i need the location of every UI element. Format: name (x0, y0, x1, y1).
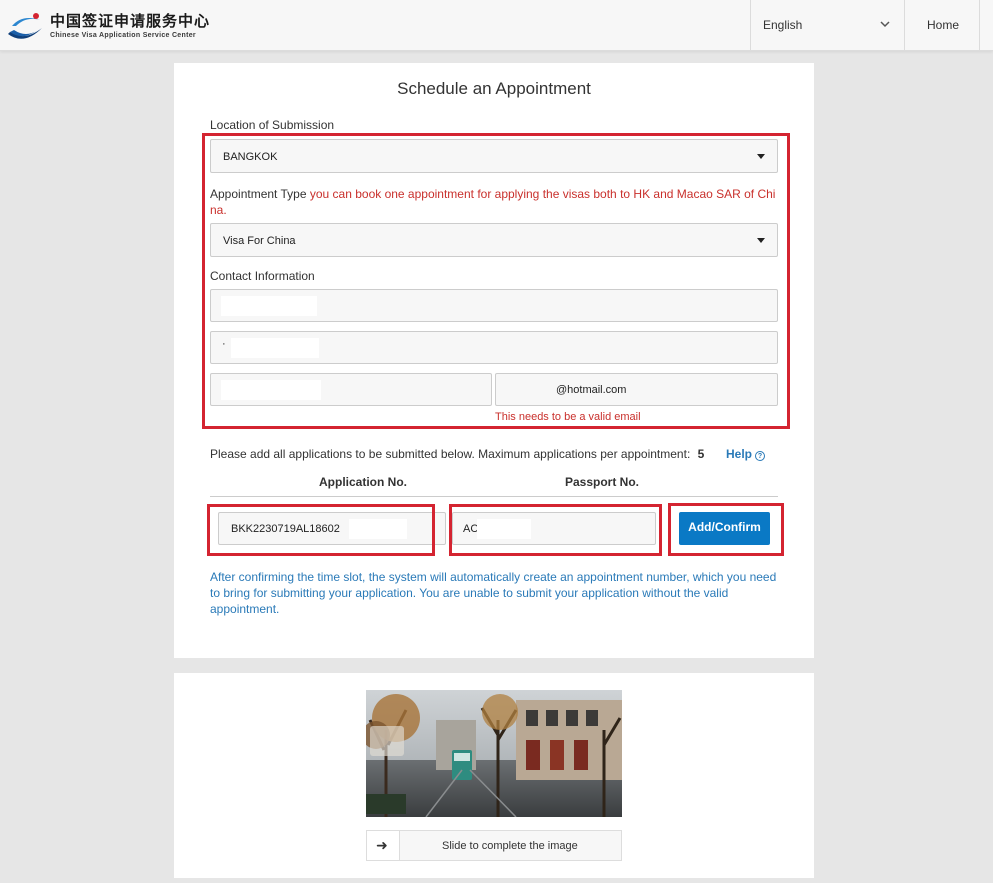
column-passport-no: Passport No. (565, 475, 640, 489)
highlight-box-application (207, 504, 435, 556)
captcha-slider[interactable]: ➜ Slide to complete the image (366, 830, 622, 861)
applications-note-text: Please add all applications to be submit… (210, 447, 691, 461)
applications-max: 5 (697, 447, 705, 461)
captcha-card: ➜ Slide to complete the image (174, 673, 814, 878)
site-logo[interactable]: 中国签证申请服务中心 Chinese Visa Application Serv… (6, 6, 209, 46)
slider-handle[interactable]: ➜ (367, 831, 400, 860)
top-header: 中国签证申请服务中心 Chinese Visa Application Serv… (0, 0, 993, 51)
slider-instruction: Slide to complete the image (442, 840, 578, 852)
table-divider (210, 496, 778, 497)
home-label: Home (927, 18, 960, 32)
captcha-image (366, 690, 622, 817)
logo-chinese-text: 中国签证申请服务中心 (50, 12, 211, 30)
chevron-down-icon (880, 21, 890, 28)
question-circle-icon: ? (755, 451, 766, 461)
page-title: Schedule an Appointment (397, 79, 591, 98)
help-label: Help (726, 447, 753, 461)
help-link[interactable]: Help? (726, 447, 766, 461)
logo-emblem-icon (8, 13, 42, 39)
highlight-box-button (668, 503, 784, 556)
highlight-box-passport (449, 504, 662, 556)
language-label: English (763, 18, 803, 32)
appointment-info-text: After confirming the time slot, the syst… (210, 570, 777, 616)
arrow-right-icon: ➜ (376, 837, 388, 853)
home-link[interactable]: Home (906, 0, 980, 51)
language-selector[interactable]: English (750, 0, 905, 51)
logo-english-text: Chinese Visa Application Service Center (50, 32, 196, 39)
column-application-no: Application No. (319, 475, 407, 489)
highlight-box-contact (202, 133, 790, 429)
location-label: Location of Submission (210, 118, 335, 132)
applications-note: Please add all applications to be submit… (210, 447, 704, 461)
appointment-form-card: Schedule an Appointment Location of Subm… (174, 63, 814, 658)
